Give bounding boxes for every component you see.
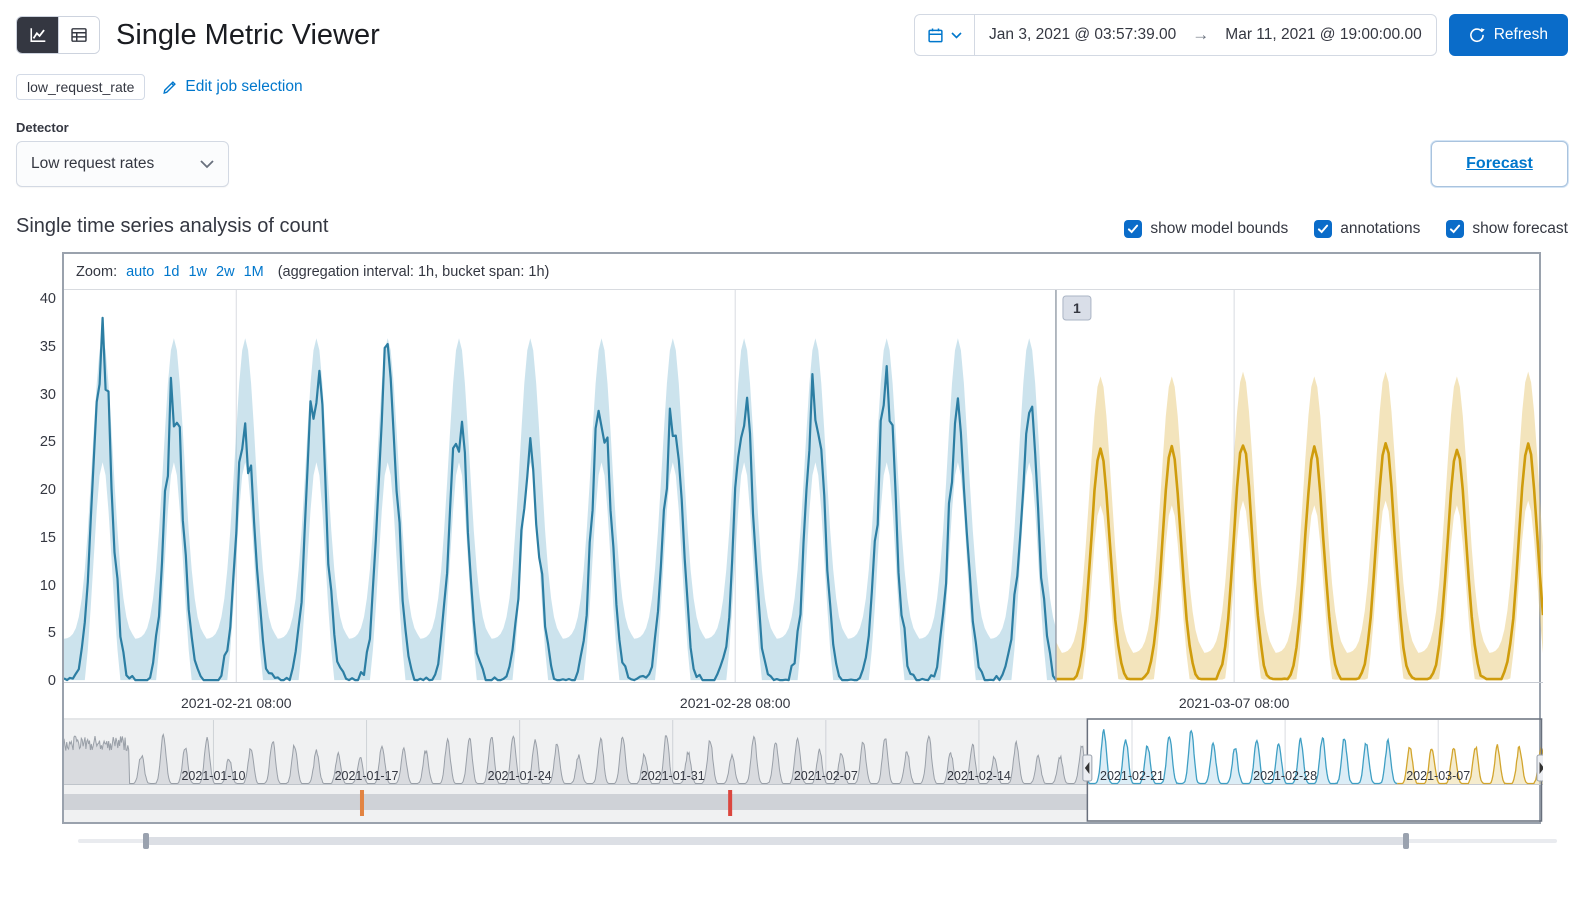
- edit-job-selection-link[interactable]: Edit job selection: [161, 78, 302, 96]
- x-axis-tick-label: 2021-02-21 08:00: [181, 695, 292, 711]
- end-time-button[interactable]: Mar 11, 2021 @ 19:00:00.00: [1211, 15, 1435, 55]
- x-axis-labels: 2021-02-21 08:00 2021-02-28 08:00 2021-03-…: [64, 692, 1539, 718]
- x-axis-tick-label: 2021-03-07 08:00: [1179, 695, 1290, 711]
- context-scrollbar[interactable]: [78, 832, 1557, 850]
- analysis-header-row: Single time series analysis of count sho…: [16, 215, 1568, 238]
- app-header: Single Metric Viewer Jan 3, 2021 @ 03:57…: [16, 14, 1568, 56]
- brush-right-handle[interactable]: [1537, 755, 1543, 781]
- table-icon: [70, 26, 88, 44]
- start-time-button[interactable]: Jan 3, 2021 @ 03:57:39.00: [975, 15, 1190, 55]
- time-range-arrow: →: [1190, 25, 1211, 45]
- checkbox-icon[interactable]: [1446, 220, 1464, 238]
- model-bounds-band: [64, 338, 1056, 680]
- edit-job-selection-label: Edit job selection: [185, 78, 302, 96]
- chevron-down-icon: [951, 32, 962, 39]
- zoom-option-2w[interactable]: 2w: [216, 264, 235, 280]
- y-axis-labels: 0 5 10 15 20 25 30 35 40: [16, 252, 56, 824]
- zoom-option-1M[interactable]: 1M: [244, 264, 264, 280]
- toggle-show-model-bounds[interactable]: show model bounds: [1124, 220, 1288, 238]
- detector-selected-option: Low request rates: [31, 155, 154, 173]
- y-axis-tick-label: 20: [16, 482, 56, 498]
- focus-chart[interactable]: 1: [64, 290, 1539, 692]
- context-tick-label: 2021-02-21: [1100, 769, 1164, 783]
- header-right: Jan 3, 2021 @ 03:57:39.00 → Mar 11, 2021…: [914, 14, 1568, 56]
- table-view-button[interactable]: [58, 17, 99, 53]
- job-selection-bar: low_request_rate Edit job selection: [16, 74, 1568, 100]
- y-axis-tick-label: 40: [16, 291, 56, 307]
- scrollbar-thumb[interactable]: [146, 837, 1406, 845]
- checkbox-icon[interactable]: [1124, 220, 1142, 238]
- analysis-heading: Single time series analysis of count: [16, 215, 328, 238]
- annotation-marker[interactable]: 1: [1063, 296, 1091, 320]
- refresh-label: Refresh: [1494, 26, 1548, 44]
- y-axis-tick-label: 35: [16, 339, 56, 355]
- zoom-option-1w[interactable]: 1w: [188, 264, 207, 280]
- context-tick-label: 2021-02-14: [947, 769, 1011, 783]
- toggle-show-forecast[interactable]: show forecast: [1446, 220, 1568, 238]
- toggle-annotations[interactable]: annotations: [1314, 220, 1420, 238]
- scrollbar-right-handle[interactable]: [1403, 833, 1409, 849]
- chart-view-button[interactable]: [17, 17, 58, 53]
- toggle-label: show forecast: [1472, 220, 1568, 238]
- y-axis-tick-label: 25: [16, 434, 56, 450]
- context-tick-label: 2021-02-07: [794, 769, 858, 783]
- chart-panel: Zoom: auto 1d 1w 2w 1M (aggregation interval…: [62, 252, 1541, 824]
- chart-panel-wrap: 0 5 10 15 20 25 30 35 40 Zoom: auto 1d 1w 2w 1M (agg…: [16, 252, 1568, 824]
- zoom-option-1d[interactable]: 1d: [163, 264, 179, 280]
- line-chart-icon: [29, 26, 47, 44]
- context-tick-label: 2021-02-28: [1253, 769, 1317, 783]
- header-left: Single Metric Viewer: [16, 16, 380, 54]
- detector-select[interactable]: Low request rates: [16, 141, 229, 187]
- forecast-button[interactable]: Forecast: [1431, 141, 1568, 187]
- context-tick-label: 2021-01-10: [181, 769, 245, 783]
- scrollbar-left-handle[interactable]: [143, 833, 149, 849]
- chart-display-toggles: show model bounds annotations show forecas…: [1124, 220, 1568, 238]
- zoom-bar: Zoom: auto 1d 1w 2w 1M (aggregation interval…: [64, 254, 1539, 290]
- context-tick-label: 2021-01-17: [335, 769, 399, 783]
- y-axis-tick-label: 5: [16, 625, 56, 641]
- toggle-label: annotations: [1340, 220, 1420, 238]
- context-tick-label: 2021-01-24: [488, 769, 552, 783]
- job-badge: low_request_rate: [16, 74, 145, 100]
- y-axis-tick-label: 15: [16, 530, 56, 546]
- forecast-confidence-band: [1056, 372, 1543, 680]
- x-axis-tick-label: 2021-02-28 08:00: [680, 695, 791, 711]
- y-axis-tick-label: 10: [16, 578, 56, 594]
- chevron-down-icon: [200, 160, 214, 169]
- pencil-icon: [161, 79, 178, 96]
- brush-left-handle[interactable]: [1083, 755, 1092, 781]
- single-metric-viewer-page: Single Metric Viewer Jan 3, 2021 @ 03:57…: [0, 0, 1584, 850]
- svg-text:1: 1: [1073, 300, 1081, 316]
- view-toggle-group: [16, 16, 100, 54]
- toggle-label: show model bounds: [1150, 220, 1288, 238]
- detector-label: Detector: [16, 120, 1568, 135]
- checkbox-icon[interactable]: [1314, 220, 1332, 238]
- calendar-icon: [927, 27, 944, 44]
- context-tick-label: 2021-03-07: [1406, 769, 1470, 783]
- refresh-button[interactable]: Refresh: [1449, 14, 1568, 56]
- context-chart[interactable]: 2021-01-10 2021-01-17 2021-01-24 2021-01-31…: [64, 718, 1539, 822]
- zoom-label: Zoom:: [76, 264, 117, 280]
- y-axis-tick-label: 30: [16, 387, 56, 403]
- time-range-picker: Jan 3, 2021 @ 03:57:39.00 → Mar 11, 2021…: [914, 14, 1437, 56]
- context-tick-label: 2021-01-31: [641, 769, 705, 783]
- zoom-options: auto 1d 1w 2w 1M: [126, 264, 264, 280]
- aggregation-note: (aggregation interval: 1h, bucket span: …: [278, 264, 550, 280]
- refresh-icon: [1469, 27, 1485, 43]
- detector-row: Low request rates Forecast: [16, 141, 1568, 187]
- page-title: Single Metric Viewer: [116, 19, 380, 52]
- datepicker-quick-menu-button[interactable]: [915, 15, 975, 55]
- zoom-option-auto[interactable]: auto: [126, 264, 154, 280]
- y-axis-tick-label: 0: [16, 673, 56, 689]
